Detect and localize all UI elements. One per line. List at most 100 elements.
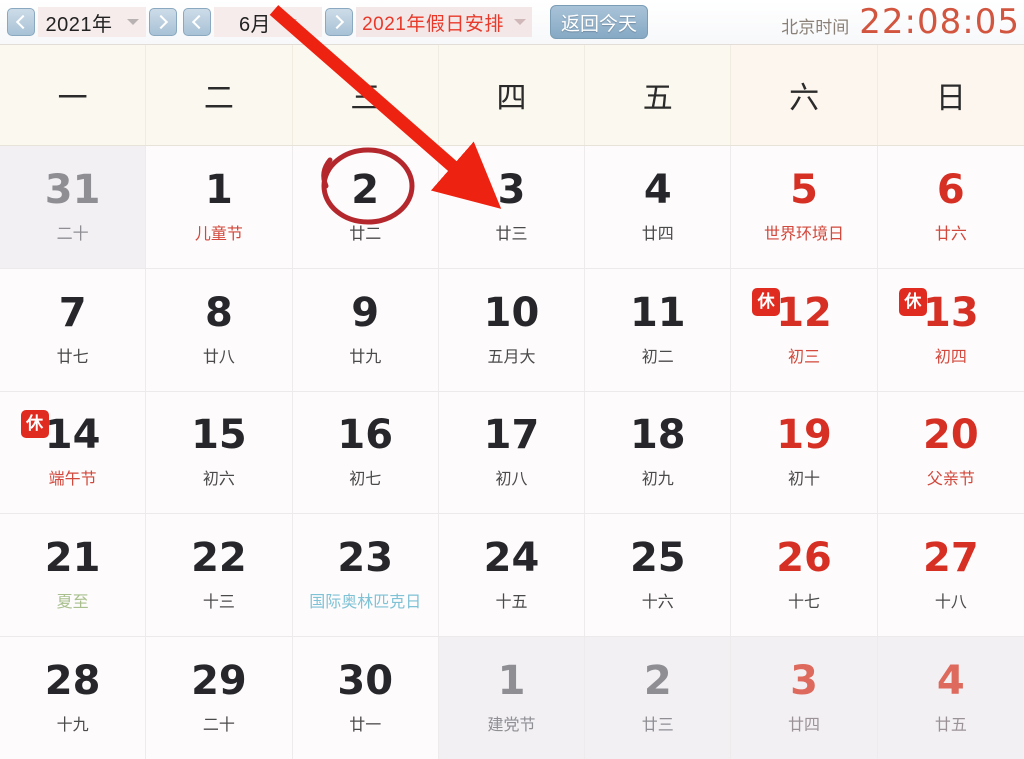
day-sublabel: 二十: [56, 225, 89, 243]
day-sublabel: 端午节: [48, 471, 97, 489]
day-number: 13: [923, 289, 979, 336]
calendar-day-cell[interactable]: 休 12 初三: [731, 268, 878, 391]
calendar-day-cell[interactable]: 21 夏至: [0, 514, 147, 637]
year-selector[interactable]: 2021年: [38, 7, 146, 37]
calendar-day-cell[interactable]: 26 十七: [731, 514, 878, 637]
weekday-header-日: 日: [877, 45, 1024, 145]
calendar-day-cell[interactable]: 17 初八: [438, 391, 586, 514]
calendar-day-cell[interactable]: 19 初十: [731, 391, 878, 514]
day-number: 10: [483, 289, 540, 336]
calendar-day-cell[interactable]: 28 十九: [0, 637, 147, 759]
day-sublabel: 廿六: [934, 225, 967, 243]
next-month-button[interactable]: [325, 8, 353, 36]
calendar-day-cell[interactable]: 15 初六: [146, 391, 293, 514]
next-year-button[interactable]: [149, 8, 177, 36]
day-sublabel: 二十: [202, 717, 235, 735]
day-sublabel: 十五: [495, 594, 528, 612]
calendar-day-cell[interactable]: 7 廿七: [0, 268, 147, 391]
weekday-header-一: 一: [0, 45, 147, 145]
calendar-day-cell[interactable]: 4 廿五: [877, 637, 1024, 759]
calendar-day-cell[interactable]: 2 廿三: [585, 637, 732, 759]
calendar-day-cell[interactable]: 1 建党节: [438, 637, 586, 759]
day-number: 15: [191, 412, 247, 459]
weekday-header: 一二三四五六日: [0, 45, 1024, 146]
calendar-week-row: 31 二十 1 儿童节 2 廿二 3 廿三 4 廿四 5 世界环境日 6 廿六: [0, 146, 1024, 269]
toolbar: 2021年 6月 2021年假日安排 返回今天 北京时间 22:08:05: [0, 0, 1024, 44]
day-sublabel: 初七: [349, 471, 382, 489]
day-number: 3: [790, 658, 818, 705]
holiday-schedule-label: 2021年假日安排: [362, 13, 504, 35]
calendar-day-cell[interactable]: 24 十五: [438, 514, 586, 637]
calendar-week-row: 21 夏至 22 十三 23 国际奥林匹克日 24 十五 25 十六 26 十七 27 十八: [0, 514, 1024, 638]
day-number: 22: [191, 535, 247, 582]
day-number: 14: [44, 412, 101, 459]
rest-day-badge: 休: [20, 410, 49, 439]
day-number: 30: [337, 658, 394, 705]
day-sublabel: 廿五: [934, 717, 967, 735]
holiday-schedule-menu[interactable]: 2021年假日安排: [356, 7, 532, 37]
day-sublabel: 初六: [202, 471, 235, 489]
day-number: 20: [923, 412, 979, 459]
calendar-day-cell[interactable]: 9 廿九: [292, 268, 439, 391]
day-sublabel: 初九: [641, 471, 674, 489]
day-sublabel: 十九: [56, 717, 89, 735]
calendar-day-cell[interactable]: 4 廿四: [585, 146, 732, 268]
day-number: 7: [58, 289, 87, 336]
rest-day-badge: 休: [898, 287, 927, 316]
calendar-day-cell[interactable]: 20 父亲节: [877, 391, 1024, 514]
day-number: 6: [936, 166, 965, 213]
day-number: 11: [629, 289, 686, 336]
day-number: 4: [936, 658, 965, 705]
day-sublabel: 初十: [788, 471, 821, 489]
day-number: 28: [44, 658, 101, 705]
day-number: 31: [44, 166, 101, 213]
calendar-week-row: 7 廿七 8 廿八 9 廿九 10 五月大 11 初二休 12 初三休 13 初四: [0, 268, 1024, 392]
day-number: 4: [643, 166, 672, 213]
calendar-day-cell[interactable]: 5 世界环境日: [731, 146, 878, 268]
calendar: 一二三四五六日 31 二十 1 儿童节 2 廿二 3 廿三 4 廿四 5 世界环境日 6 廿六 7 廿七 8 廿八…: [0, 44, 1024, 759]
weekday-header-三: 三: [293, 45, 439, 145]
calendar-day-cell[interactable]: 23 国际奥林匹克日: [292, 514, 439, 637]
calendar-day-cell[interactable]: 11 初二: [585, 268, 732, 391]
return-today-button[interactable]: 返回今天: [550, 5, 648, 39]
day-number: 2: [643, 658, 672, 705]
day-number: 16: [337, 412, 394, 459]
calendar-day-cell[interactable]: 29 二十: [146, 637, 293, 759]
calendar-day-cell[interactable]: 1 儿童节: [146, 146, 293, 268]
calendar-day-cell[interactable]: 30 廿一: [292, 637, 439, 759]
weekday-header-六: 六: [731, 45, 878, 145]
day-sublabel: 建党节: [487, 717, 536, 735]
day-number: 25: [629, 535, 686, 582]
calendar-week-row: 28 十九 29 二十 30 廿一 1 建党节 2 廿三 3 廿四 4 廿五: [0, 637, 1024, 759]
calendar-day-cell[interactable]: 休 13 初四: [877, 268, 1024, 391]
day-sublabel: 十三: [202, 594, 235, 612]
day-sublabel: 廿四: [641, 225, 674, 243]
clock-label: 北京时间: [781, 18, 850, 37]
prev-month-button[interactable]: [183, 8, 211, 36]
weekday-header-二: 二: [146, 45, 293, 145]
day-number: 21: [44, 535, 101, 582]
rest-day-badge: 休: [752, 287, 781, 316]
calendar-day-cell[interactable]: 3 廿四: [731, 637, 878, 759]
calendar-day-cell[interactable]: 2 廿二: [292, 146, 439, 268]
calendar-day-cell[interactable]: 休 14 端午节: [0, 391, 147, 514]
calendar-day-cell[interactable]: 18 初九: [585, 391, 732, 514]
calendar-day-cell[interactable]: 3 廿三: [438, 146, 586, 268]
day-number: 12: [776, 289, 832, 336]
calendar-day-cell[interactable]: 10 五月大: [438, 268, 586, 391]
calendar-day-cell[interactable]: 6 廿六: [877, 146, 1024, 268]
month-selector[interactable]: 6月: [214, 7, 322, 37]
day-number: 26: [776, 535, 832, 582]
day-number: 19: [776, 412, 832, 459]
calendar-day-cell[interactable]: 27 十八: [877, 514, 1024, 637]
day-number: 17: [483, 412, 540, 459]
day-sublabel: 廿四: [788, 717, 821, 735]
day-sublabel: 儿童节: [194, 225, 243, 243]
calendar-day-cell[interactable]: 8 廿八: [146, 268, 293, 391]
calendar-day-cell[interactable]: 31 二十: [0, 146, 147, 268]
calendar-day-cell[interactable]: 22 十三: [146, 514, 293, 637]
calendar-day-cell[interactable]: 25 十六: [585, 514, 732, 637]
calendar-day-cell[interactable]: 16 初七: [292, 391, 439, 514]
day-number: 27: [923, 535, 979, 582]
prev-year-button[interactable]: [7, 8, 35, 36]
